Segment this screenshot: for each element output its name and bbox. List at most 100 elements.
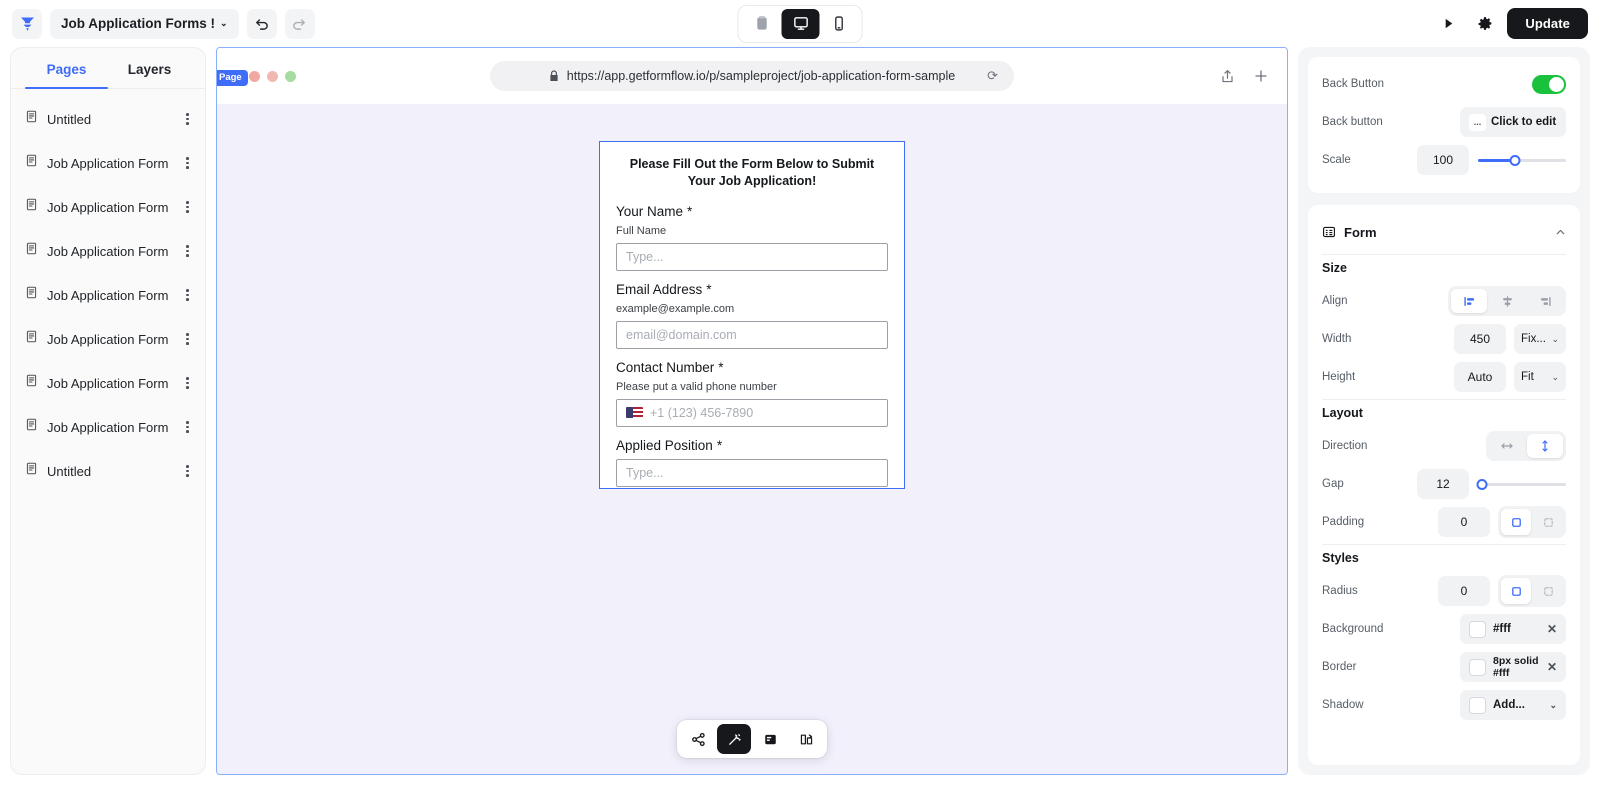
- radius-uniform-icon[interactable]: [1501, 578, 1531, 604]
- background-color-field[interactable]: #fff ✕: [1460, 614, 1566, 644]
- clear-icon[interactable]: ✕: [1547, 622, 1557, 636]
- radius-mode-group: [1498, 575, 1566, 607]
- align-segment-control: [1448, 286, 1566, 316]
- page-item-menu-icon[interactable]: [182, 377, 193, 389]
- device-preview-switcher: [737, 4, 863, 43]
- update-button[interactable]: Update: [1507, 8, 1588, 39]
- url-text: https://app.getformflow.io/p/sampleproje…: [566, 69, 956, 83]
- page-item-menu-icon[interactable]: [182, 157, 193, 169]
- panel-icon[interactable]: [753, 724, 787, 754]
- lock-icon: [550, 70, 558, 81]
- page-item-menu-icon[interactable]: [182, 333, 193, 345]
- reload-icon[interactable]: ⟳: [987, 68, 998, 84]
- page-item-menu-icon[interactable]: [182, 289, 193, 301]
- color-swatch[interactable]: [1469, 620, 1486, 638]
- form-section-header[interactable]: Form: [1322, 216, 1566, 248]
- border-field[interactable]: 8px solid #fff ✕: [1460, 652, 1566, 682]
- padding-uniform-icon[interactable]: [1501, 509, 1531, 535]
- redo-button[interactable]: [284, 8, 315, 39]
- magic-wand-icon[interactable]: [717, 724, 751, 754]
- scale-slider[interactable]: [1478, 153, 1566, 167]
- export-icon[interactable]: [789, 724, 823, 754]
- padding-input[interactable]: 0: [1438, 507, 1490, 537]
- chevron-up-icon[interactable]: [1555, 227, 1566, 238]
- color-swatch[interactable]: [1469, 696, 1486, 714]
- direction-vertical-icon[interactable]: [1527, 434, 1563, 458]
- page-list-item[interactable]: Job Application Form: [11, 361, 205, 405]
- field-input[interactable]: email@domain.com: [616, 320, 888, 349]
- page-list-item[interactable]: Job Application Form: [11, 141, 205, 185]
- slider-knob[interactable]: [1509, 154, 1521, 166]
- tab-pages[interactable]: Pages: [25, 48, 108, 89]
- document-icon: [25, 154, 38, 172]
- page-item-menu-icon[interactable]: [182, 113, 193, 125]
- width-mode-select[interactable]: Fix... ⌄: [1514, 324, 1566, 354]
- field-input[interactable]: Type...: [616, 242, 888, 271]
- height-input[interactable]: Auto: [1454, 362, 1506, 392]
- settings-gear-button[interactable]: [1470, 9, 1500, 39]
- width-input[interactable]: 450: [1454, 324, 1506, 354]
- color-swatch[interactable]: [1469, 658, 1486, 676]
- height-mode-select[interactable]: Fit ⌄: [1514, 362, 1566, 392]
- border-label: Border: [1322, 661, 1357, 673]
- back-button-edit-field[interactable]: ... Click to edit: [1460, 107, 1566, 137]
- direction-horizontal-icon[interactable]: [1489, 434, 1525, 458]
- slider-knob[interactable]: [1476, 478, 1488, 490]
- field-label-text: Applied Position: [616, 437, 713, 453]
- project-title-dropdown[interactable]: Job Application Forms ! ⌄: [50, 8, 239, 39]
- clear-icon[interactable]: ✕: [1547, 660, 1557, 674]
- url-bar[interactable]: https://app.getformflow.io/p/sampleproje…: [490, 61, 1014, 91]
- mobile-preview-button[interactable]: [820, 9, 858, 39]
- page-item-label: Job Application Form: [47, 331, 169, 347]
- chevron-down-icon[interactable]: ⌄: [1549, 700, 1557, 711]
- align-left-icon[interactable]: [1451, 289, 1487, 313]
- page-list-item[interactable]: Untitled: [11, 97, 205, 141]
- page-list-item[interactable]: Job Application Form: [11, 317, 205, 361]
- gap-input[interactable]: 12: [1417, 469, 1469, 499]
- field-input[interactable]: Type...: [616, 458, 888, 487]
- play-preview-button[interactable]: [1433, 9, 1463, 39]
- form-preview-card[interactable]: Please Fill Out the Form Below to Submit…: [599, 141, 905, 489]
- share-icon[interactable]: [1220, 69, 1235, 84]
- page-item-menu-icon[interactable]: [182, 201, 193, 213]
- tablet-preview-button[interactable]: [743, 9, 781, 39]
- align-right-icon[interactable]: [1527, 289, 1563, 313]
- padding-individual-icon[interactable]: [1533, 509, 1563, 535]
- page-list-item[interactable]: Job Application Form: [11, 229, 205, 273]
- shadow-field[interactable]: Add... ⌄: [1460, 690, 1566, 720]
- plus-icon[interactable]: [1253, 68, 1269, 84]
- scale-value-input[interactable]: 100: [1417, 145, 1469, 175]
- page-list-item[interactable]: Job Application Form: [11, 273, 205, 317]
- field-input[interactable]: +1 (123) 456-7890: [616, 398, 888, 427]
- ellipsis-icon: ...: [1469, 113, 1486, 131]
- back-button-card: Back Button Back button ... Click to edi…: [1308, 57, 1580, 193]
- back-button-toggle[interactable]: [1532, 74, 1566, 94]
- page-list-item[interactable]: Untitled: [11, 449, 205, 493]
- desktop-preview-button[interactable]: [781, 8, 820, 39]
- undo-button[interactable]: [246, 8, 277, 39]
- page-item-menu-icon[interactable]: [182, 421, 193, 433]
- page-item-menu-icon[interactable]: [182, 465, 193, 477]
- field-label: Contact Number *: [616, 360, 888, 375]
- page-item-label: Job Application Form: [47, 287, 169, 303]
- styles-heading: Styles: [1322, 551, 1359, 565]
- browser-chrome-bar: https://app.getformflow.io/p/sampleproje…: [217, 48, 1287, 104]
- radius-input[interactable]: 0: [1438, 576, 1490, 606]
- back-button-edit-value: Click to edit: [1491, 116, 1557, 128]
- formflow-logo-icon[interactable]: [12, 8, 42, 39]
- page-item-menu-icon[interactable]: [182, 245, 193, 257]
- scale-row: Scale 100: [1322, 144, 1566, 176]
- shadow-label: Shadow: [1322, 699, 1364, 711]
- page-list-item[interactable]: Job Application Form: [11, 185, 205, 229]
- width-row: Width 450 Fix... ⌄: [1322, 323, 1566, 355]
- tab-layers[interactable]: Layers: [108, 48, 191, 88]
- back-button-edit-row: Back button ... Click to edit: [1322, 106, 1566, 138]
- border-row: Border 8px solid #fff ✕: [1322, 651, 1566, 683]
- align-center-icon[interactable]: [1489, 289, 1525, 313]
- gap-slider[interactable]: [1476, 477, 1566, 491]
- share-icon[interactable]: [681, 724, 715, 754]
- back-button-toggle-label: Back Button: [1322, 78, 1385, 90]
- gap-label: Gap: [1322, 478, 1344, 490]
- radius-individual-icon[interactable]: [1533, 578, 1563, 604]
- page-list-item[interactable]: Job Application Form: [11, 405, 205, 449]
